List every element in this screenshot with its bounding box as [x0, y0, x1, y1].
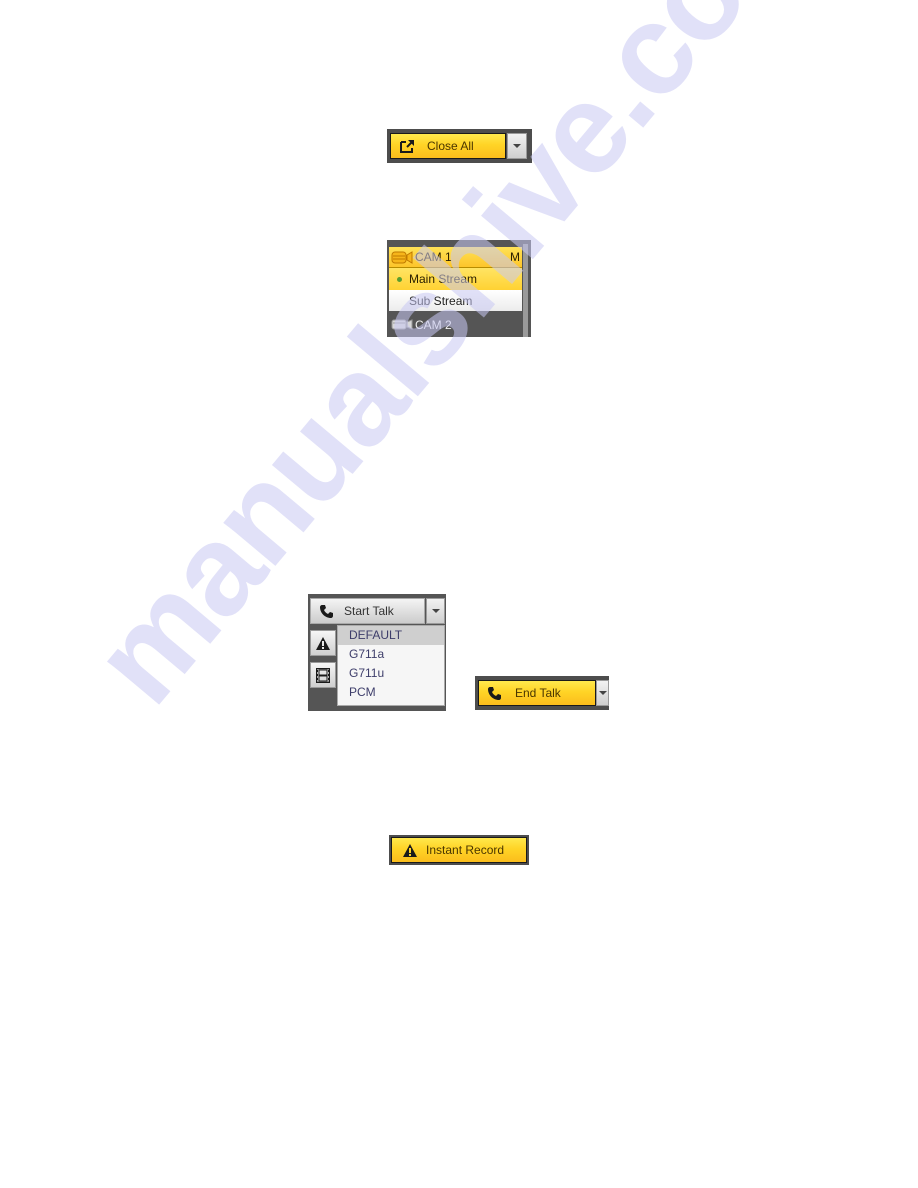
alarm-icon: [316, 636, 330, 650]
start-talk-button[interactable]: Start Talk: [310, 598, 425, 624]
codec-dropdown-menu: DEFAULT G711a G711u PCM: [337, 625, 445, 706]
end-talk-button[interactable]: End Talk: [478, 680, 596, 706]
end-talk-label: End Talk: [515, 686, 561, 700]
record-film-icon: [316, 667, 330, 683]
camera-label: CAM 1: [415, 250, 452, 264]
selected-dot-icon: [397, 276, 402, 282]
close-all-icon: [399, 139, 415, 154]
stream-badge: M: [510, 250, 520, 264]
close-all-button[interactable]: Close All: [390, 133, 506, 159]
close-all-dropdown-button[interactable]: [507, 133, 527, 159]
chevron-down-icon: [513, 144, 521, 148]
start-talk-label: Start Talk: [344, 604, 394, 618]
stream-item-sub[interactable]: Sub Stream: [389, 290, 522, 311]
close-all-control: Close All: [387, 129, 532, 163]
codec-option-default[interactable]: DEFAULT: [338, 626, 444, 645]
close-all-label: Close All: [427, 139, 474, 153]
stream-item-main[interactable]: Main Stream: [389, 268, 522, 290]
stream-label: Sub Stream: [409, 293, 473, 308]
codec-option-g711a[interactable]: G711a: [338, 645, 444, 664]
camera-icon: [391, 250, 413, 264]
camera-icon: [391, 318, 413, 331]
instant-record-label: Instant Record: [426, 843, 505, 857]
instant-record-control: Instant Record: [389, 835, 529, 865]
camera-stream-list: CAM 1 M Main Stream Sub Stream CAM 2: [387, 240, 531, 337]
talk-control-panel: Start Talk DEFAULT G711a G711u PCM: [308, 594, 446, 711]
camera-item-cam2[interactable]: CAM 2: [389, 314, 522, 335]
instant-record-button[interactable]: Instant Record: [391, 837, 527, 863]
chevron-down-icon: [431, 609, 440, 613]
scrollbar[interactable]: [523, 244, 528, 337]
camera-item-cam1[interactable]: CAM 1 M: [389, 247, 522, 268]
alarm-button[interactable]: [310, 630, 336, 656]
stream-label: Main Stream: [409, 272, 478, 286]
watermark: manualshive.com: [65, 0, 846, 730]
end-talk-dropdown-button[interactable]: [596, 680, 609, 706]
phone-icon: [487, 686, 502, 701]
record-button[interactable]: [310, 662, 336, 688]
end-talk-control: End Talk: [475, 676, 609, 710]
chevron-down-icon: [598, 691, 607, 695]
start-talk-dropdown-button[interactable]: [426, 598, 445, 624]
codec-option-pcm[interactable]: PCM: [338, 683, 444, 702]
camera-label: CAM 2: [415, 317, 452, 332]
warning-icon: [403, 843, 417, 857]
phone-icon: [319, 604, 334, 619]
codec-option-g711u[interactable]: G711u: [338, 664, 444, 683]
